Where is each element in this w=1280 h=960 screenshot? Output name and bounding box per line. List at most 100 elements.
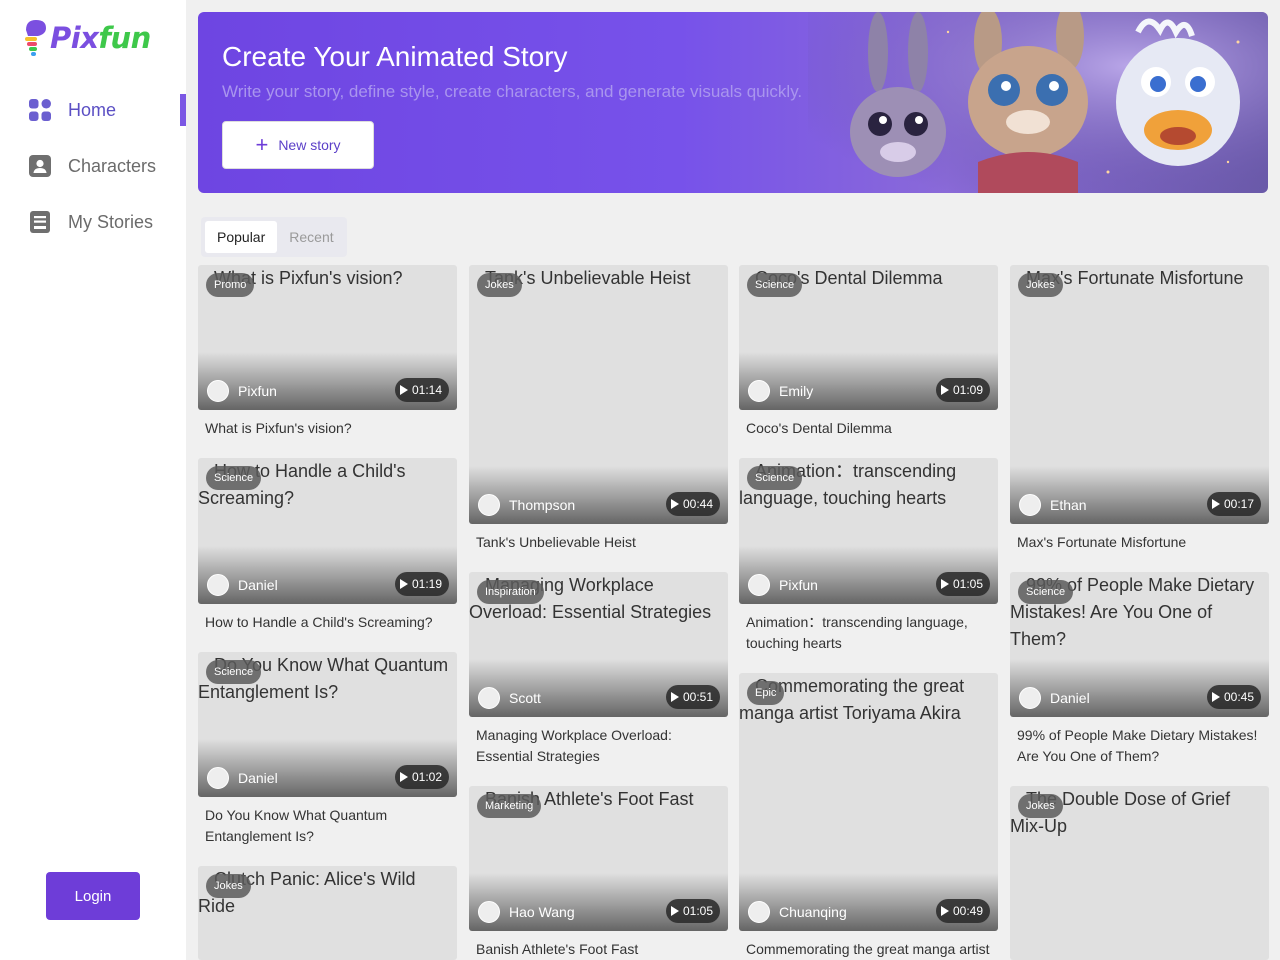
author-name: Scott — [509, 690, 541, 706]
author-name: Daniel — [238, 770, 278, 786]
author-name: Daniel — [238, 577, 278, 593]
character-icon — [27, 153, 53, 179]
story-card[interactable]: How to Handle a Child's Screaming? Scien… — [198, 458, 457, 633]
duration-text: 00:45 — [1223, 690, 1254, 704]
duration-text: 00:17 — [1223, 497, 1254, 511]
avatar — [748, 380, 770, 402]
story-thumbnail[interactable]: Animation：transcending language, touchin… — [739, 458, 998, 604]
sidebar-item-characters[interactable]: Characters — [0, 138, 186, 194]
story-thumbnail[interactable]: What is Pixfun's vision? Promo Pixfun 01… — [198, 265, 457, 410]
author: Daniel — [207, 767, 278, 789]
story-card[interactable]: Max's Fortunate Misfortune Jokes Ethan 0… — [1010, 265, 1269, 553]
duration-badge: 01:14 — [394, 378, 449, 402]
category-badge: Science — [747, 273, 803, 297]
story-thumbnail[interactable]: Max's Fortunate Misfortune Jokes Ethan 0… — [1010, 265, 1269, 524]
story-thumbnail[interactable]: Do You Know What Quantum Entanglement Is… — [198, 652, 457, 797]
avatar — [748, 901, 770, 923]
story-card[interactable]: Commemorating the great manga artist Tor… — [739, 673, 998, 960]
duration-text: 01:09 — [952, 383, 983, 397]
play-icon — [940, 385, 949, 395]
story-title[interactable]: Max's Fortunate Misfortune — [1010, 524, 1269, 553]
author-name: Chuanqing — [779, 904, 847, 920]
author: Pixfun — [748, 574, 818, 596]
story-thumbnail[interactable]: Tank's Unbelievable Heist Jokes Thompson… — [469, 265, 728, 524]
story-card[interactable]: Do You Know What Quantum Entanglement Is… — [198, 652, 457, 847]
duration-badge: 00:45 — [1206, 685, 1261, 709]
story-title[interactable]: Banish Athlete's Foot Fast — [469, 931, 728, 960]
avatar — [207, 767, 229, 789]
story-title[interactable]: 99% of People Make Dietary Mistakes! Are… — [1010, 717, 1269, 767]
author: Scott — [478, 687, 541, 709]
new-story-label: New story — [278, 137, 341, 153]
story-title[interactable]: Commemorating the great manga artist — [739, 931, 998, 960]
story-card[interactable]: Managing Workplace Overload: Essential S… — [469, 572, 728, 767]
avatar — [1019, 687, 1041, 709]
banner-subtitle: Write your story, define style, create c… — [222, 82, 803, 101]
story-card[interactable]: Tank's Unbelievable Heist Jokes Thompson… — [469, 265, 728, 553]
story-card[interactable]: Clutch Panic: Alice's Wild Ride Jokes — [198, 866, 457, 960]
story-thumbnail[interactable]: Coco's Dental Dilemma Science Emily 01:0… — [739, 265, 998, 410]
story-title[interactable]: Do You Know What Quantum Entanglement Is… — [198, 797, 457, 847]
tab-recent[interactable]: Recent — [277, 221, 345, 253]
author-name: Pixfun — [779, 577, 818, 593]
story-card[interactable]: 99% of People Make Dietary Mistakes! Are… — [1010, 572, 1269, 767]
author: Emily — [748, 380, 813, 402]
category-badge: Science — [206, 660, 262, 684]
duration-text: 00:51 — [682, 690, 713, 704]
avatar — [478, 494, 500, 516]
avatar — [207, 574, 229, 596]
duration-badge: 01:05 — [665, 899, 720, 923]
story-title[interactable]: Tank's Unbelievable Heist — [469, 524, 728, 553]
story-card[interactable]: Animation：transcending language, touchin… — [739, 458, 998, 654]
new-story-button[interactable]: + New story — [222, 121, 374, 169]
author: Hao Wang — [478, 901, 575, 923]
story-card[interactable]: Banish Athlete's Foot Fast Marketing Hao… — [469, 786, 728, 960]
story-thumbnail[interactable]: How to Handle a Child's Screaming? Scien… — [198, 458, 457, 604]
story-card[interactable]: Coco's Dental Dilemma Science Emily 01:0… — [739, 265, 998, 439]
story-title[interactable]: Managing Workplace Overload: Essential S… — [469, 717, 728, 767]
duration-text: 01:02 — [411, 770, 442, 784]
sidebar-item-my-stories[interactable]: My Stories — [0, 194, 186, 250]
play-icon — [399, 772, 408, 782]
duration-text: 01:19 — [411, 577, 442, 591]
sidebar-item-home[interactable]: Home — [0, 82, 186, 138]
story-title[interactable]: How to Handle a Child's Screaming? — [198, 604, 457, 633]
avatar — [478, 901, 500, 923]
plus-icon: + — [255, 132, 269, 157]
sidebar-nav: Home Characters My Stories — [0, 82, 186, 250]
logo-text-fun: fun — [98, 21, 151, 55]
story-title[interactable]: Animation：transcending language, touchin… — [739, 604, 998, 654]
cartoon-characters-illustration — [808, 12, 1268, 193]
story-card[interactable]: What is Pixfun's vision? Promo Pixfun 01… — [198, 265, 457, 439]
story-thumbnail[interactable]: The Double Dose of Grief Mix-Up Jokes — [1010, 786, 1269, 960]
category-badge: Jokes — [1018, 273, 1063, 297]
play-icon — [1211, 692, 1220, 702]
duration-text: 01:05 — [952, 577, 983, 591]
story-title[interactable]: What is Pixfun's vision? — [198, 410, 457, 439]
story-thumbnail[interactable]: Managing Workplace Overload: Essential S… — [469, 572, 728, 717]
sidebar-item-label: My Stories — [68, 211, 154, 232]
tab-popular[interactable]: Popular — [205, 221, 278, 253]
story-thumbnail[interactable]: Commemorating the great manga artist Tor… — [739, 673, 998, 931]
duration-badge: 01:05 — [935, 572, 990, 596]
play-icon — [670, 692, 679, 702]
pixfun-logo[interactable]: Pixfun — [22, 18, 151, 58]
author-name: Ethan — [1050, 497, 1087, 513]
duration-badge: 01:02 — [394, 765, 449, 789]
story-thumbnail[interactable]: 99% of People Make Dietary Mistakes! Are… — [1010, 572, 1269, 717]
author: Ethan — [1019, 494, 1087, 516]
author-name: Hao Wang — [509, 904, 575, 920]
feed-tabs: Popular Recent — [201, 217, 347, 257]
login-button[interactable]: Login — [46, 872, 140, 920]
story-thumbnail[interactable]: Banish Athlete's Foot Fast Marketing Hao… — [469, 786, 728, 931]
story-card[interactable]: The Double Dose of Grief Mix-Up Jokes — [1010, 786, 1269, 960]
duration-text: 01:14 — [411, 383, 442, 397]
sidebar: Pixfun Home Characters My Stories Login — [0, 0, 186, 960]
duration-badge: 00:51 — [665, 685, 720, 709]
duration-text: 01:05 — [682, 904, 713, 918]
story-title[interactable]: Coco's Dental Dilemma — [739, 410, 998, 439]
hero-banner: Create Your Animated Story Write your st… — [198, 12, 1268, 193]
banner-title: Create Your Animated Story — [222, 41, 568, 72]
story-thumbnail[interactable]: Clutch Panic: Alice's Wild Ride Jokes — [198, 866, 457, 960]
avatar — [207, 380, 229, 402]
